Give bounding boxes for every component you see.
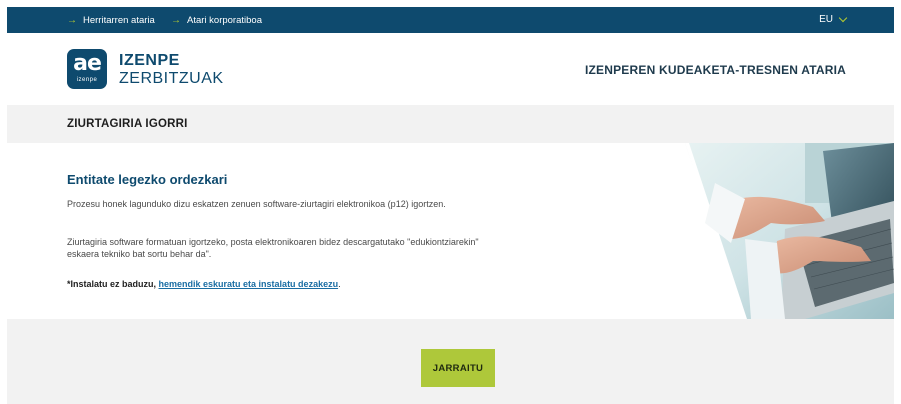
top-bar: → Herritarren ataria → Atari korporatibo…	[7, 7, 894, 33]
language-selector[interactable]: EU	[819, 13, 848, 25]
arrow-right-icon: →	[171, 14, 181, 26]
brand-name: IZENPE	[119, 52, 180, 69]
izenpe-logo[interactable]: ae izenpe	[67, 49, 107, 89]
corporate-portal-link[interactable]: → Atari korporatiboa	[171, 15, 262, 26]
description-paragraph: Prozesu honek lagunduko dizu eskatzen ze…	[67, 199, 446, 209]
corporate-portal-label: Atari korporatiboa	[187, 15, 262, 26]
instructions-paragraph: Ziurtagiria software formatuan igortzeko…	[67, 237, 479, 259]
section-title-band: ZIURTAGIRIA IGORRI	[7, 105, 894, 143]
page: → Herritarren ataria → Atari korporatibo…	[7, 7, 894, 404]
page-title: ZIURTAGIRIA IGORRI	[67, 118, 188, 130]
arrow-right-icon: →	[67, 14, 77, 26]
install-note-suffix: .	[338, 279, 341, 289]
language-label: EU	[819, 14, 833, 25]
chevron-down-icon	[838, 13, 848, 23]
main-content: Entitate legezko ordezkari Prozesu honek…	[7, 143, 894, 319]
logo-subtext: izenpe	[76, 77, 98, 83]
citizen-portal-label: Herritarren ataria	[83, 15, 155, 26]
install-note: *Instalatu ez baduzu, hemendik eskuratu …	[67, 278, 507, 290]
portal-title: IZENPEREN KUDEAKETA-TRESNEN ATARIA	[584, 63, 846, 77]
brand-subname: ZERBITZUAK	[119, 70, 224, 87]
install-note-prefix: *Instalatu ez baduzu,	[67, 279, 159, 289]
laptop-hands-photo	[685, 143, 894, 319]
continue-button[interactable]: JARRAITU	[421, 349, 495, 387]
install-link[interactable]: hemendik eskuratu eta instalatu dezakezu	[159, 279, 339, 289]
site-header: ae izenpe IZENPE ZERBITZUAK IZENPEREN KU…	[7, 33, 894, 105]
actions-footer: JARRAITU	[7, 319, 894, 404]
citizen-portal-link[interactable]: → Herritarren ataria	[67, 15, 155, 26]
content-heading: Entitate legezko ordezkari	[67, 172, 228, 187]
logo-mark: ae	[73, 51, 102, 76]
